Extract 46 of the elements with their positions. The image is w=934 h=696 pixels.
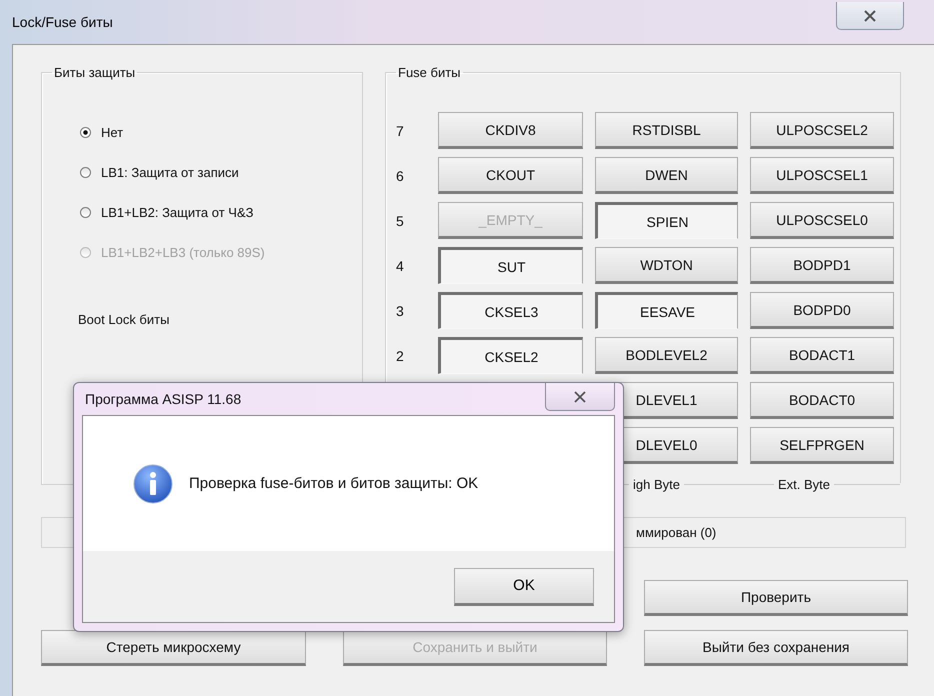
radio-button[interactable] bbox=[80, 126, 91, 138]
radio-label[interactable]: Нет bbox=[101, 124, 124, 140]
close-icon bbox=[864, 10, 876, 22]
fuse-bit-button[interactable]: BODACT0 bbox=[750, 382, 894, 419]
radio-button[interactable] bbox=[80, 166, 91, 178]
fuse-bit-button[interactable]: ULPOSCSEL2 bbox=[750, 112, 894, 149]
bit-number: 3 bbox=[396, 302, 405, 318]
push-button[interactable]: Стереть микросхему bbox=[41, 630, 306, 666]
fuse-bit-button[interactable]: ULPOSCSEL0 bbox=[750, 202, 894, 239]
close-button[interactable] bbox=[545, 383, 615, 411]
push-button[interactable]: Выйти без сохранения bbox=[644, 630, 908, 666]
fuse-bit-button[interactable]: BODLEVEL2 bbox=[595, 337, 738, 374]
fuse-bit-button[interactable]: BODACT1 bbox=[750, 337, 894, 374]
fuse-bit-button[interactable]: CKSEL3 bbox=[438, 292, 583, 329]
fuse-bit-button[interactable]: SELFPRGEN bbox=[750, 427, 894, 464]
push-button[interactable]: Проверить bbox=[644, 580, 908, 616]
boot-lock-label: Boot Lock биты bbox=[77, 311, 170, 327]
bit-number: 2 bbox=[396, 348, 405, 364]
fuse-bit-button[interactable]: BODPD0 bbox=[750, 292, 894, 329]
fuse-bit-button[interactable]: CKOUT bbox=[438, 157, 583, 194]
radio-label[interactable]: LB1: Защита от записи bbox=[101, 164, 239, 180]
bit-number: 6 bbox=[396, 168, 405, 184]
fuse-bit-button[interactable]: WDTON bbox=[595, 247, 738, 284]
group-title: Биты защиты bbox=[53, 65, 136, 80]
fuse-bit-button[interactable]: EESAVE bbox=[595, 292, 738, 329]
window-title: Lock/Fuse биты bbox=[12, 14, 113, 30]
fuse-bit-button[interactable]: BODPD1 bbox=[750, 247, 894, 284]
fuse-bit-button[interactable]: SUT bbox=[438, 247, 583, 284]
dialog-title: Программа ASISP 11.68 bbox=[85, 391, 242, 407]
group-title: Fuse биты bbox=[397, 65, 462, 80]
fuse-bit-button[interactable]: CKSEL2 bbox=[438, 337, 583, 374]
fuse-bit-button[interactable]: SPIEN bbox=[595, 202, 738, 239]
dialog-message: Проверка fuse-битов и битов защиты: OK bbox=[189, 475, 478, 492]
bit-number: 5 bbox=[396, 212, 405, 228]
close-button[interactable] bbox=[836, 2, 904, 30]
radio-label[interactable]: LB1+LB2: Защита от Ч&З bbox=[101, 204, 254, 220]
fuse-bit-button[interactable]: RSTDISBL bbox=[595, 112, 738, 149]
info-icon bbox=[133, 464, 173, 504]
fuse-bit-button[interactable]: ULPOSCSEL1 bbox=[750, 157, 894, 194]
bit-number: 4 bbox=[396, 258, 405, 274]
fuse-bit-button[interactable]: DWEN bbox=[595, 157, 738, 194]
fuse-bit-button[interactable]: CKDIV8 bbox=[438, 112, 583, 149]
close-icon bbox=[574, 390, 586, 402]
radio-button[interactable] bbox=[80, 206, 91, 218]
ok-button[interactable]: OK bbox=[454, 568, 594, 606]
bit-number: 7 bbox=[396, 122, 405, 138]
